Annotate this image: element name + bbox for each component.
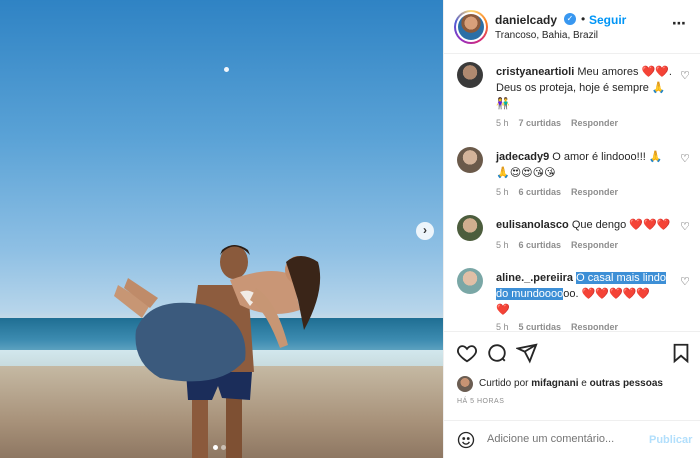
- comment-text: jadecady9 O amor é lindooo!!! 🙏 🙏😍😍😘😘: [496, 151, 663, 179]
- other-likers-link[interactable]: outras pessoas: [590, 378, 663, 389]
- comment-avatar[interactable]: [457, 215, 483, 241]
- carousel-dot: [213, 445, 218, 450]
- post-header: danielcady ✓ • Seguir Trancoso, Bahia, B…: [444, 0, 700, 54]
- heart-outline-icon[interactable]: ♡: [680, 275, 690, 288]
- comment-username[interactable]: eulisanolasco: [496, 219, 569, 231]
- comment-avatar[interactable]: [457, 268, 483, 294]
- comment-meta: 5 h 6 curtidas Responder: [496, 240, 619, 250]
- author-avatar[interactable]: [454, 10, 488, 44]
- carousel-dot: [221, 445, 226, 450]
- emoji-icon[interactable]: [457, 431, 475, 449]
- comment-username[interactable]: aline._.pereiira: [496, 272, 573, 284]
- heart-outline-icon[interactable]: ♡: [680, 152, 690, 165]
- heart-outline-icon[interactable]: ♡: [680, 69, 690, 82]
- comment-text: aline._.pereiira O casal mais lindo do m…: [496, 272, 666, 316]
- next-photo-button[interactable]: ›: [416, 222, 434, 240]
- add-comment-bar: Publicar: [444, 420, 700, 458]
- carousel-indicator: [213, 445, 226, 450]
- comment-meta: 5 h 7 curtidas Responder: [496, 118, 619, 128]
- separator-dot: •: [581, 12, 586, 26]
- bookmark-icon[interactable]: [670, 342, 692, 364]
- likes-summary[interactable]: Curtido por mifagnani e outras pessoas: [457, 376, 697, 392]
- comment-avatar[interactable]: [457, 147, 483, 173]
- likes-text: Curtido por mifagnani e outras pessoas: [479, 378, 663, 389]
- post-location[interactable]: Trancoso, Bahia, Brazil: [495, 30, 598, 41]
- author-username[interactable]: danielcady: [495, 13, 557, 27]
- liker-username[interactable]: mifagnani: [531, 378, 578, 389]
- post-comment-button[interactable]: Publicar: [649, 434, 692, 446]
- comment-username[interactable]: cristyaneartioli: [496, 66, 574, 78]
- comment-avatar[interactable]: [457, 62, 483, 88]
- post-time: HÁ 5 HORAS: [457, 398, 505, 405]
- comment-meta: 5 h 5 curtidas Responder: [496, 322, 619, 330]
- follow-button[interactable]: Seguir: [589, 13, 626, 27]
- couple-figure: [114, 245, 321, 458]
- chevron-right-icon: ›: [423, 223, 427, 237]
- more-options-icon[interactable]: ⋯: [672, 15, 687, 32]
- post-side-panel: danielcady ✓ • Seguir Trancoso, Bahia, B…: [443, 0, 700, 458]
- comment-input[interactable]: [487, 433, 637, 445]
- action-bar: [444, 331, 700, 373]
- comment-username[interactable]: jadecady9: [496, 151, 549, 163]
- comments-list[interactable]: cristyaneartioli Meu amores ❤️❤️. Deus o…: [444, 55, 700, 330]
- liker-avatar: [457, 376, 473, 392]
- share-icon[interactable]: [516, 342, 538, 364]
- comment-text: cristyaneartioli Meu amores ❤️❤️. Deus o…: [496, 66, 672, 110]
- heart-icon[interactable]: [456, 342, 478, 364]
- comment-meta: 5 h 6 curtidas Responder: [496, 187, 619, 197]
- verified-badge-icon: ✓: [564, 13, 576, 25]
- comment-text: eulisanolasco Que dengo ❤️❤️❤️: [496, 219, 671, 231]
- comment-icon[interactable]: [486, 342, 508, 364]
- heart-outline-icon[interactable]: ♡: [680, 220, 690, 233]
- post-photo[interactable]: ›: [0, 0, 443, 458]
